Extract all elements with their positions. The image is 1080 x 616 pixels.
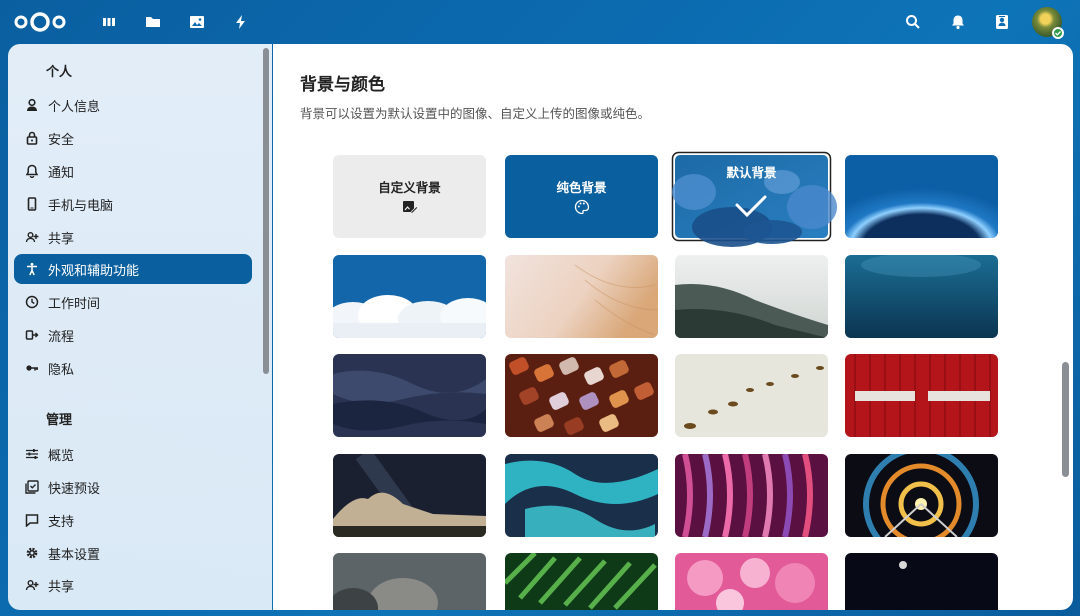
sidebar-item-devices[interactable]: 手机与电脑	[14, 189, 252, 219]
background-tile-bees[interactable]	[675, 354, 828, 437]
user-icon	[24, 97, 40, 113]
dashboard-icon[interactable]	[99, 12, 119, 32]
sidebar-item-sharing[interactable]: 共享	[14, 222, 252, 252]
sidebar-scrollbar[interactable]	[263, 48, 269, 374]
tile-label: 自定义背景	[378, 180, 441, 195]
plain-background-tile[interactable]: 纯色背景	[505, 155, 658, 238]
sidebar-item-label: 工作时间	[48, 296, 101, 312]
sidebar-item-label: 个人信息	[48, 99, 101, 115]
sidebar-item-privacy[interactable]: 隐私	[14, 353, 252, 383]
share-icon	[24, 229, 40, 245]
main-scrollbar[interactable]	[1062, 362, 1069, 477]
sidebar-item-label: 概览	[48, 448, 75, 464]
sidebar-item-support[interactable]: 支持	[14, 505, 252, 535]
sidebar-item-label: 安全	[48, 132, 75, 148]
sidebar-item-label: 外观和辅助功能	[48, 263, 140, 279]
status-badge	[1052, 27, 1064, 39]
tile-label: 默认背景	[726, 165, 777, 180]
background-tile-red-wall[interactable]	[845, 354, 998, 437]
accessibility-icon	[24, 261, 40, 277]
page-title: 背景与颜色	[300, 75, 385, 95]
bell-icon[interactable]	[948, 12, 968, 32]
activity-icon[interactable]	[231, 12, 251, 32]
key-icon	[24, 360, 40, 376]
search-icon[interactable]	[903, 12, 923, 32]
sidebar-item-label: 共享	[48, 231, 75, 247]
clock-icon	[24, 294, 40, 310]
section-title-admin: 管理	[46, 413, 73, 428]
avatar[interactable]	[1032, 7, 1064, 39]
share-icon	[24, 577, 40, 593]
sidebar-item-security[interactable]: 安全	[14, 123, 252, 153]
sidebar-item-label: 基本设置	[48, 547, 101, 563]
background-tile-butterfly-scales[interactable]	[505, 354, 658, 437]
sidebar-item-label: 支持	[48, 514, 75, 530]
background-tile-fern[interactable]	[505, 553, 658, 610]
tile-label: 纯色背景	[556, 180, 607, 195]
sidebar-item-basic-settings[interactable]: 基本设置	[14, 538, 252, 568]
palette-icon	[505, 199, 658, 215]
lock-icon	[24, 130, 40, 146]
background-tile-night-moon[interactable]	[845, 553, 998, 610]
flow-icon	[24, 327, 40, 343]
sidebar-item-working-hours[interactable]: 工作时间	[14, 287, 252, 317]
sliders-icon	[24, 446, 40, 462]
background-tile-night-rocks[interactable]	[333, 454, 486, 537]
background-tile-ribbons[interactable]	[675, 454, 828, 537]
main-content: 背景与颜色 背景可以设置为默认设置中的图像、自定义上传的图像或纯色。 自定义背景…	[273, 44, 1073, 610]
sidebar-item-admin-sharing[interactable]: 共享	[14, 570, 252, 600]
background-tile-stormy-rocks[interactable]	[333, 553, 486, 610]
sidebar-item-label: 手机与电脑	[48, 198, 114, 214]
sidebar-item-notifications[interactable]: 通知	[14, 156, 252, 186]
sidebar-item-appearance[interactable]: 外观和辅助功能	[14, 254, 252, 284]
sidebar-item-label: 隐私	[48, 362, 75, 378]
page-description: 背景可以设置为默认设置中的图像、自定义上传的图像或纯色。	[300, 106, 651, 121]
sidebar-item-label: 通知	[48, 165, 75, 181]
sidebar-item-flow[interactable]: 流程	[14, 320, 252, 350]
background-tile-dunes[interactable]	[333, 354, 486, 437]
sidebar-item-label: 快速预设	[48, 481, 101, 497]
background-tile-ferris-wheel[interactable]	[845, 454, 998, 537]
sidebar-item-quick-presets[interactable]: 快速预设	[14, 472, 252, 502]
files-icon[interactable]	[143, 12, 163, 32]
checklist-icon	[24, 479, 40, 495]
sidebar-item-personal-info[interactable]: 个人信息	[14, 90, 252, 120]
contacts-icon[interactable]	[992, 12, 1012, 32]
chat-icon	[24, 512, 40, 528]
photos-icon[interactable]	[187, 12, 207, 32]
settings-sidebar: 个人 个人信息 安全 通知 手机与电脑 共享 外观和辅助功能 工作时间 流程 隐…	[8, 44, 272, 610]
top-bar	[0, 0, 1080, 44]
sidebar-item-overview[interactable]: 概览	[14, 439, 252, 469]
background-tile-foggy-forest[interactable]	[675, 255, 828, 338]
default-background-tile[interactable]: 默认背景	[671, 151, 837, 247]
nextcloud-logo-icon[interactable]	[12, 9, 68, 35]
custom-background-tile[interactable]: 自定义背景	[333, 155, 486, 238]
background-tile-feather[interactable]	[505, 255, 658, 338]
image-edit-icon	[333, 199, 486, 215]
section-title-personal: 个人	[46, 65, 73, 80]
background-tile-teal-ink[interactable]	[505, 454, 658, 537]
background-tile-earth-horizon[interactable]	[845, 155, 998, 238]
background-tile-pink-bubbles[interactable]	[675, 553, 828, 610]
background-tile-underwater[interactable]	[845, 255, 998, 338]
bell-icon	[24, 163, 40, 179]
gear-icon	[24, 545, 40, 561]
sidebar-item-label: 流程	[48, 329, 75, 345]
background-tile-clouds[interactable]	[333, 255, 486, 338]
sidebar-item-label: 共享	[48, 579, 75, 595]
phone-icon	[24, 196, 40, 212]
